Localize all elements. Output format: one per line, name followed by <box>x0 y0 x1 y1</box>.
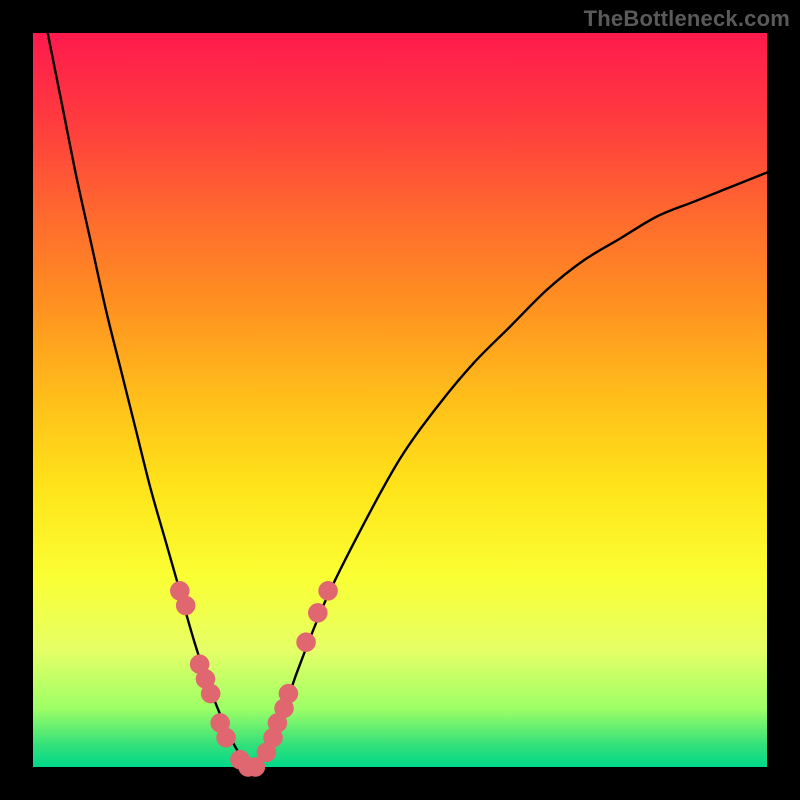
plot-area <box>33 33 767 767</box>
bottleneck-curve <box>48 33 767 767</box>
data-marker <box>176 596 195 615</box>
data-marker <box>308 603 327 622</box>
data-marker <box>201 684 220 703</box>
data-marker <box>297 633 316 652</box>
chart-frame: TheBottleneck.com <box>0 0 800 800</box>
data-marker <box>217 728 236 747</box>
data-marker <box>319 581 338 600</box>
marker-group <box>170 581 337 776</box>
data-marker <box>279 684 298 703</box>
curve-layer <box>33 33 767 767</box>
watermark-text: TheBottleneck.com <box>584 6 790 32</box>
